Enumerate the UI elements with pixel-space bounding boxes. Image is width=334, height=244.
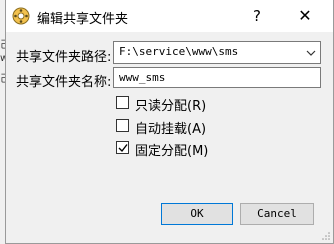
read-only-label: 只读分配(R): [135, 99, 207, 114]
folder-name-value: www_sms: [119, 71, 166, 84]
auto-mount-label: 自动挂载(A): [135, 122, 207, 137]
virtualbox-icon: [12, 7, 30, 25]
folder-path-combobox[interactable]: F:\service\www\sms: [113, 41, 321, 64]
folder-path-label: 共享文件夹路径:: [16, 50, 112, 65]
resize-grip-icon[interactable]: [321, 231, 331, 241]
permanent-checkbox[interactable]: [116, 141, 129, 154]
permanent-label: 固定分配(M): [135, 144, 209, 159]
folder-name-field[interactable]: www_sms: [113, 67, 321, 88]
folder-path-value: F:\service\www\sms: [119, 45, 239, 58]
title-bar[interactable]: 编辑共享文件夹 ? ✕: [6, 0, 333, 32]
edit-shared-folder-dialog: 编辑共享文件夹 ? ✕ 共享文件夹路径: F:\service\www\sms …: [5, 0, 334, 244]
help-button[interactable]: ?: [244, 4, 270, 28]
ok-button[interactable]: OK: [161, 203, 233, 225]
dialog-title: 编辑共享文件夹: [37, 12, 129, 27]
checkmark-icon: [118, 144, 128, 153]
auto-mount-checkbox[interactable]: [116, 119, 129, 132]
close-button[interactable]: ✕: [290, 4, 320, 28]
cancel-button[interactable]: Cancel: [240, 203, 314, 225]
chevron-down-icon[interactable]: [302, 42, 320, 63]
folder-name-label: 共享文件夹名称:: [16, 75, 112, 90]
read-only-checkbox[interactable]: [116, 96, 129, 109]
